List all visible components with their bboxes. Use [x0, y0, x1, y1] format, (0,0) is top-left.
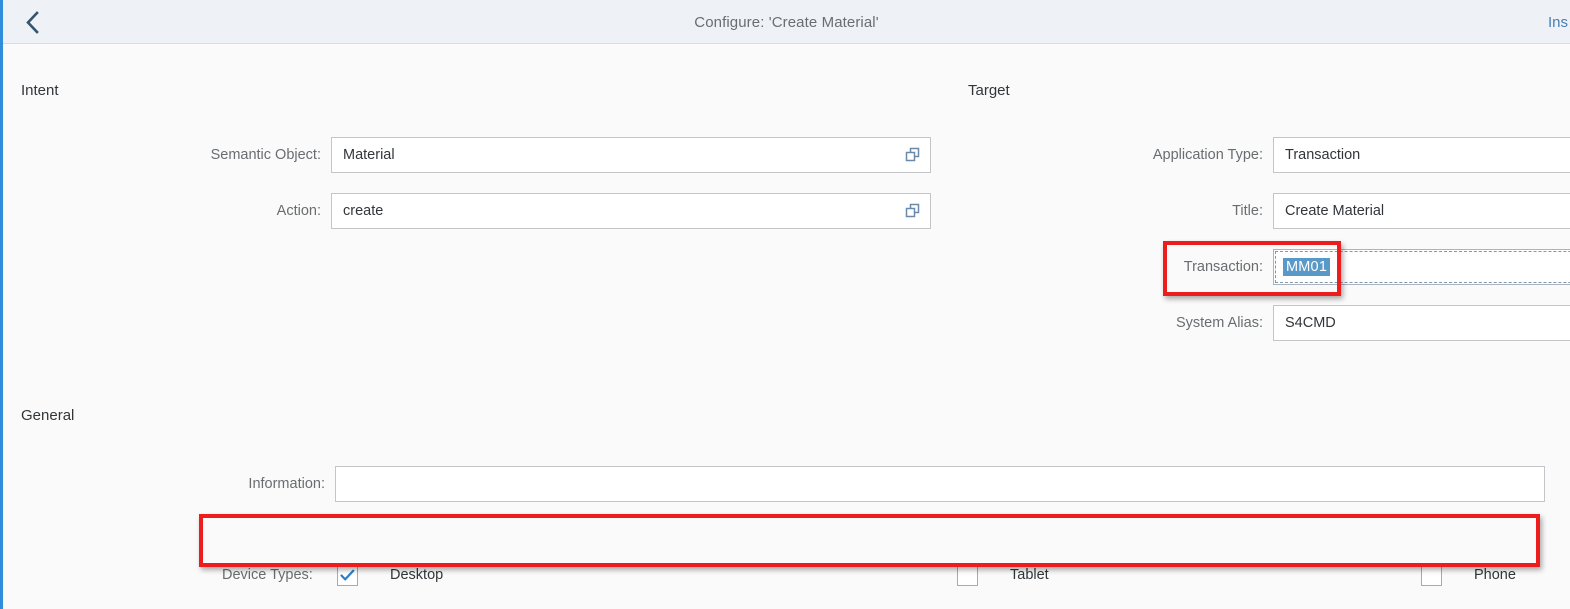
- application-type-value: Transaction: [1285, 147, 1361, 163]
- field-row-transaction: Transaction: MM01: [1184, 249, 1570, 285]
- label-title: Title:: [1232, 203, 1263, 219]
- field-row-information: Information:: [248, 466, 1545, 502]
- section-title-intent: Intent: [21, 82, 59, 99]
- field-row-semantic-object: Semantic Object: Material: [211, 137, 931, 173]
- label-system-alias: System Alias:: [1175, 315, 1263, 331]
- label-transaction: Transaction:: [1183, 259, 1263, 275]
- back-button[interactable]: [17, 8, 47, 36]
- section-title-general: General: [21, 407, 75, 424]
- page-header: Configure: 'Create Material' Ins: [3, 0, 1570, 44]
- desktop-checkbox[interactable]: [337, 564, 358, 586]
- tablet-label: Tablet: [1010, 567, 1049, 583]
- value-help-icon[interactable]: [904, 202, 922, 220]
- tablet-checkbox[interactable]: [957, 564, 978, 586]
- device-type-phone[interactable]: Phone: [1421, 564, 1516, 586]
- page-title: Configure: 'Create Material': [694, 13, 879, 31]
- system-alias-input[interactable]: S4CMD: [1273, 305, 1570, 341]
- field-row-system-alias: System Alias: S4CMD: [1176, 305, 1570, 341]
- phone-label: Phone: [1474, 567, 1516, 583]
- application-type-input[interactable]: Transaction: [1273, 137, 1570, 173]
- label-action: Action:: [276, 203, 321, 219]
- information-input[interactable]: [335, 466, 1545, 502]
- label-semantic-object: Semantic Object:: [210, 147, 321, 163]
- label-information: Information:: [248, 476, 325, 492]
- header-action-link[interactable]: Ins: [1548, 0, 1570, 44]
- field-row-application-type: Application Type: Transaction: [1153, 137, 1570, 173]
- device-types-group: Desktop Tablet Phone: [337, 558, 1547, 592]
- field-row-action: Action: create: [277, 193, 931, 229]
- device-type-desktop[interactable]: Desktop: [337, 564, 957, 586]
- system-alias-value: S4CMD: [1285, 315, 1336, 331]
- device-type-tablet[interactable]: Tablet: [957, 564, 1421, 586]
- check-icon: [340, 569, 355, 580]
- label-application-type: Application Type:: [1152, 147, 1263, 163]
- field-row-title: Title: Create Material: [1232, 193, 1570, 229]
- phone-checkbox[interactable]: [1421, 564, 1442, 586]
- semantic-object-value: Material: [343, 147, 395, 163]
- transaction-input[interactable]: MM01: [1273, 249, 1570, 285]
- configure-tile-page: Configure: 'Create Material' Ins Intent …: [0, 0, 1570, 609]
- left-accent-rail: [0, 0, 3, 609]
- desktop-label: Desktop: [390, 567, 444, 583]
- label-device-types: Device Types:: [222, 567, 313, 583]
- page-content: Intent Target General Semantic Object: M…: [3, 44, 1570, 609]
- action-input[interactable]: create: [331, 193, 931, 229]
- chevron-left-icon: [24, 10, 41, 35]
- title-input[interactable]: Create Material: [1273, 193, 1570, 229]
- semantic-object-input[interactable]: Material: [331, 137, 931, 173]
- action-value: create: [343, 203, 384, 219]
- value-help-icon[interactable]: [904, 146, 922, 164]
- title-value: Create Material: [1285, 203, 1385, 219]
- section-title-target: Target: [968, 82, 1010, 99]
- transaction-value: MM01: [1283, 258, 1331, 276]
